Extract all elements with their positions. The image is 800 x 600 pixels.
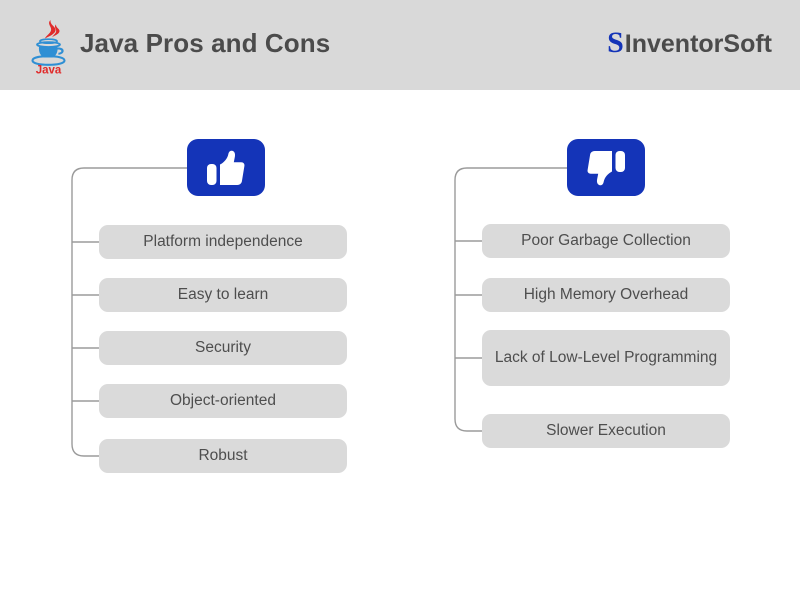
pill-label: Slower Execution — [546, 421, 666, 439]
page-title: Java Pros and Cons — [80, 28, 331, 58]
pros-icon-badge[interactable] — [187, 139, 265, 196]
list-item[interactable]: Robust — [99, 439, 347, 473]
brand-name: InventorSoft — [624, 30, 772, 58]
thumbs-up-icon — [206, 149, 246, 187]
brand-logo: S InventorSoft — [607, 28, 772, 58]
pill-label: Platform independence — [143, 232, 303, 250]
pill-label: Lack of Low-Level Programming — [494, 348, 718, 366]
pill-label: Poor Garbage Collection — [521, 231, 691, 249]
list-item[interactable]: Slower Execution — [482, 414, 730, 448]
list-item[interactable]: Poor Garbage Collection — [482, 224, 730, 258]
list-item[interactable]: Lack of Low-Level Programming — [482, 330, 730, 386]
list-item[interactable]: High Memory Overhead — [482, 278, 730, 312]
pill-label: Object-oriented — [170, 391, 276, 409]
thumbs-down-icon — [586, 149, 626, 187]
pill-label: Security — [195, 338, 251, 356]
header-bar: Java Java Pros and Cons S InventorSoft — [0, 0, 800, 90]
list-item[interactable]: Security — [99, 331, 347, 365]
java-logo-wordmark: Java — [36, 65, 62, 74]
pill-label: High Memory Overhead — [523, 285, 689, 303]
list-item[interactable]: Object-oriented — [99, 384, 347, 418]
list-item[interactable]: Platform independence — [99, 225, 347, 259]
pill-label: Robust — [198, 446, 248, 464]
list-item[interactable]: Easy to learn — [99, 278, 347, 312]
inventorsoft-mark-icon: S — [607, 26, 624, 59]
pill-label: Easy to learn — [177, 285, 269, 303]
diagram-canvas: Platform independence Easy to learn Secu… — [0, 90, 800, 600]
cons-icon-badge[interactable] — [567, 139, 645, 196]
java-logo-icon: Java — [26, 17, 72, 77]
